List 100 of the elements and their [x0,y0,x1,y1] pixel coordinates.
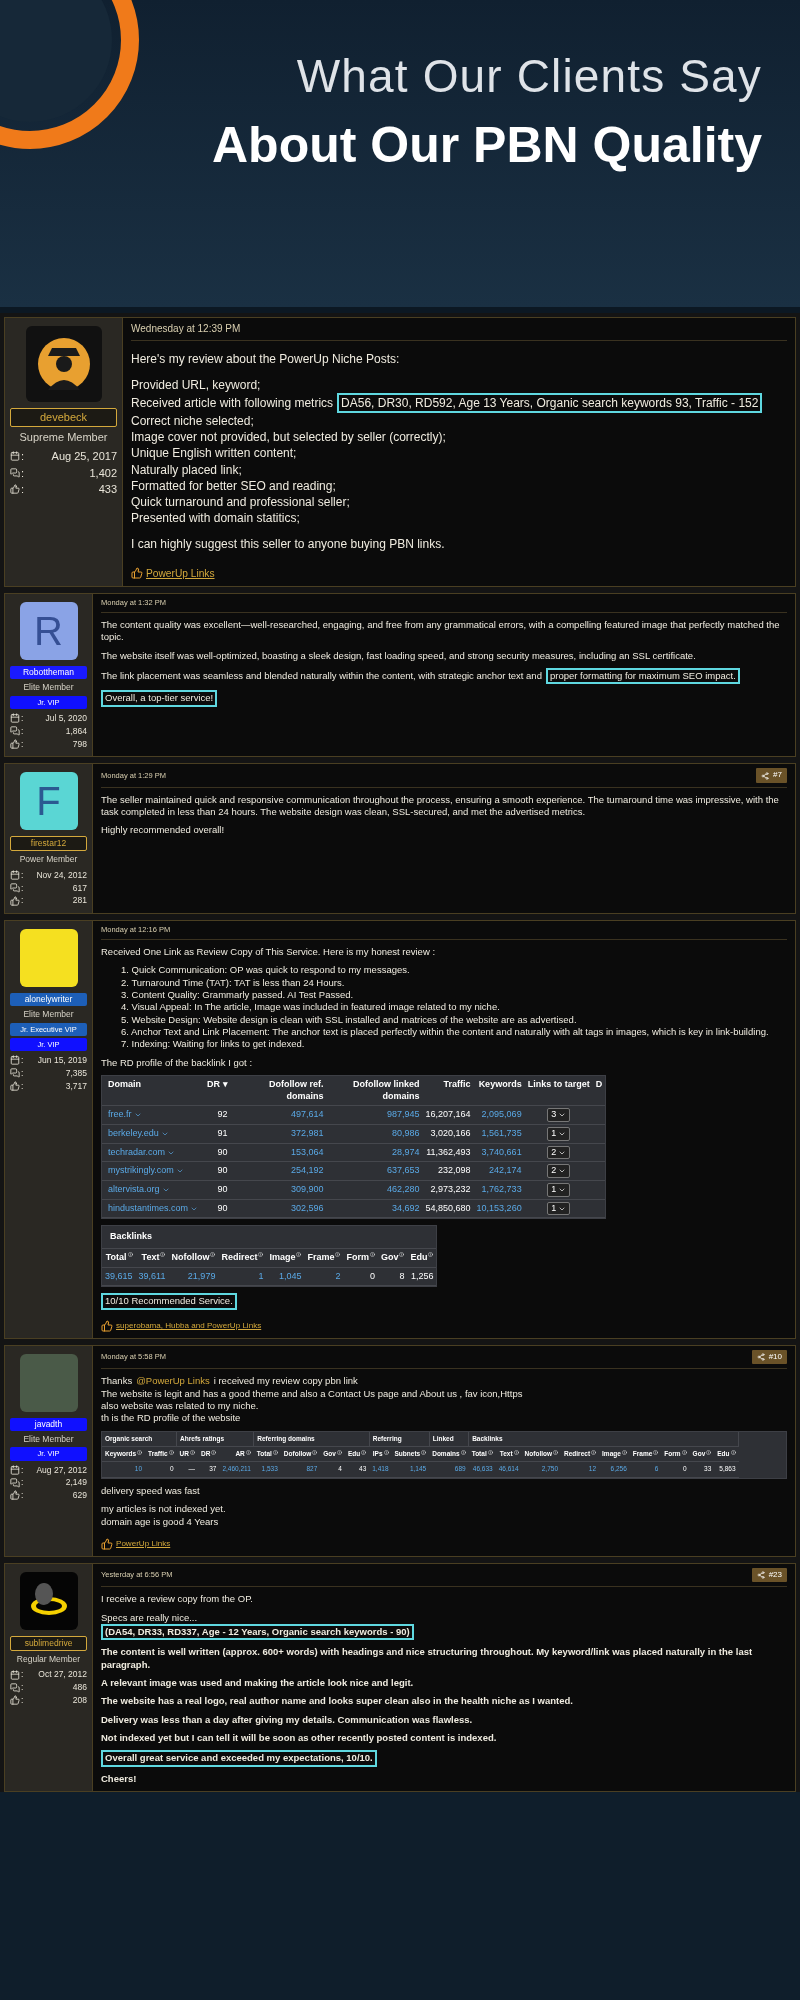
table-cell[interactable]: 34,692 [326,1199,423,1218]
table-cell[interactable]: 3,740,661 [473,1143,525,1162]
highlighted-text: DA56, DR30, RD592, Age 13 Years, Organic search keywords 93, Traffic - 152 [337,392,763,414]
post-text: delivery speed was fast [101,1484,200,1498]
list-item: 1. Quick Communication: OP was quick to respond to my messages. [121,964,411,977]
table-cell: 16,207,164 [422,1105,474,1125]
domain-link[interactable]: free.fr [108,1109,142,1121]
stat-label: : [21,1668,24,1682]
post-number-button[interactable]: #7 [756,768,787,783]
stat-value: 798 [72,737,87,751]
post-text: The seller maintained quick and responsive communication throughout the process, ensuring a smooth experience. The turnaround time was impressive, with the task completed in less than 24 hours. The website design was clean, SSL-secured, and met the advertised metrics. [101,793,780,819]
column-header: Dofollow ref. domains [268,1078,324,1103]
post-number-button[interactable]: #23 [751,1567,787,1583]
chat-icon [10,726,20,737]
stat-label: : [21,449,25,464]
select-dropdown[interactable]: 3 [547,1108,571,1122]
table-cell[interactable]: 39,611 [135,1267,169,1286]
table-cell: 54,850,680 [422,1199,474,1218]
highlighted-text: Overall great service and exceeded my expectations, 10/10. [101,1750,377,1767]
table-cell[interactable]: 80,986 [326,1124,423,1144]
share-icon [761,771,770,780]
select-dropdown[interactable]: 1 [547,1127,571,1141]
post-text: Unique English written content; [131,445,297,462]
table-cell[interactable]: 28,974 [326,1143,423,1162]
info-icon [487,1450,493,1456]
stat-value: Jun 15, 2019 [37,1054,87,1067]
table-cell[interactable]: 372,981 [230,1124,327,1144]
username-tag[interactable]: Robottheman [10,666,87,680]
post-text: Not indexed yet but I can tell it will be soon as other recently posted content is indexed. [101,1732,497,1745]
domain-link[interactable]: mystrikingly.com [108,1165,184,1178]
table-cell[interactable]: 39,615 [102,1267,136,1286]
table-cell: 92 [204,1105,231,1125]
domain-link[interactable]: techradar.com [108,1146,176,1159]
column-header: DR ▾ [207,1078,228,1091]
table-cell[interactable]: 153,064 [230,1143,327,1162]
chat-icon [10,1477,20,1488]
table-cell[interactable]: 497,614 [230,1105,327,1125]
post-text: Naturally placed link; [131,461,242,478]
table-cell[interactable]: 309,900 [230,1180,327,1200]
thumbs-up-icon [101,1319,113,1332]
select-dropdown[interactable]: 2 [547,1145,571,1160]
table-cell[interactable]: 242,174 [473,1161,525,1181]
select-dropdown[interactable]: 1 [547,1201,571,1216]
info-icon [399,1252,405,1258]
table-cell[interactable]: 254,192 [230,1161,327,1181]
reactions-link[interactable]: PowerUp Links [116,1538,171,1550]
username-tag[interactable]: firestar12 [10,836,87,852]
stat-label: : [21,737,24,751]
letter-avatar: R [19,602,78,661]
info-icon [296,1252,302,1258]
username-tag[interactable]: javadth [10,1417,87,1431]
stat-label: : [21,1489,24,1502]
table-cell[interactable]: 462,280 [326,1180,423,1200]
thumbs-up-icon [10,1695,20,1706]
table-cell[interactable]: 1,561,735 [473,1124,525,1144]
stat-label: : [21,1681,24,1694]
reactions-link[interactable]: PowerUp Links [146,566,215,581]
table-cell[interactable]: 1,045 [266,1267,305,1286]
post-text: also website was related to my niche. [101,1399,259,1413]
post-text: I receive a review copy from the OP. [101,1593,253,1606]
username-tag[interactable]: devebeck [10,408,117,427]
calendar-icon [10,451,20,462]
share-icon [756,1353,765,1361]
post-text: The website itself was well-optimized, boasting a sleek design, fast loading speed, and strong security measures, including an SSL certificate. [101,649,696,663]
user-role: Regular Member [16,1652,81,1666]
thumbs-up-icon [10,484,20,495]
banner-title: What Our Clients Say [296,49,762,104]
column-header: Image [269,1252,296,1264]
post-text: Specs are really nice... [101,1611,198,1624]
table-cell: 8 [377,1267,408,1286]
mention-link[interactable]: @PowerUp Links [136,1375,210,1388]
stat-label: : [21,1054,24,1067]
domain-link[interactable]: altervista.org [108,1184,170,1196]
reactions-link[interactable]: superobama, Hubba and PowerUp Links [116,1320,262,1332]
table-cell[interactable]: 302,596 [230,1199,327,1218]
table-cell[interactable]: 21,979 [168,1267,219,1286]
table-cell[interactable]: 987,945 [326,1105,423,1125]
username-tag[interactable]: alonelywriter [10,993,87,1006]
select-dropdown[interactable]: 2 [547,1164,571,1179]
table-cell[interactable]: 10,153,260 [473,1199,525,1218]
table-title: Backlinks [102,1226,437,1250]
post-text: Quick turnaround and professional seller; [131,494,350,511]
post-number-button[interactable]: #10 [751,1349,787,1365]
table-cell[interactable]: 1 [218,1267,267,1286]
table-cell[interactable]: 637,653 [326,1161,423,1181]
domain-link[interactable]: berkeley.edu [108,1128,169,1140]
domain-link[interactable]: hindustantimes.com [108,1202,199,1215]
table-cell[interactable]: 2 [304,1267,344,1286]
table-cell[interactable]: 2,095,069 [473,1105,525,1125]
info-icon [211,1450,217,1456]
table-cell: 1,256 [407,1267,437,1286]
stat-value: 617 [72,881,87,895]
thumbs-up-icon [10,738,20,749]
select-dropdown[interactable]: 1 [547,1183,571,1197]
post-date: Wednesday at 12:39 PM [131,322,241,336]
table-cell[interactable]: 1,762,733 [473,1180,525,1200]
calendar-icon [10,1464,20,1475]
post-text: Thanks [101,1375,133,1388]
info-icon [312,1450,318,1456]
username-tag[interactable]: sublimedrive [10,1635,87,1651]
